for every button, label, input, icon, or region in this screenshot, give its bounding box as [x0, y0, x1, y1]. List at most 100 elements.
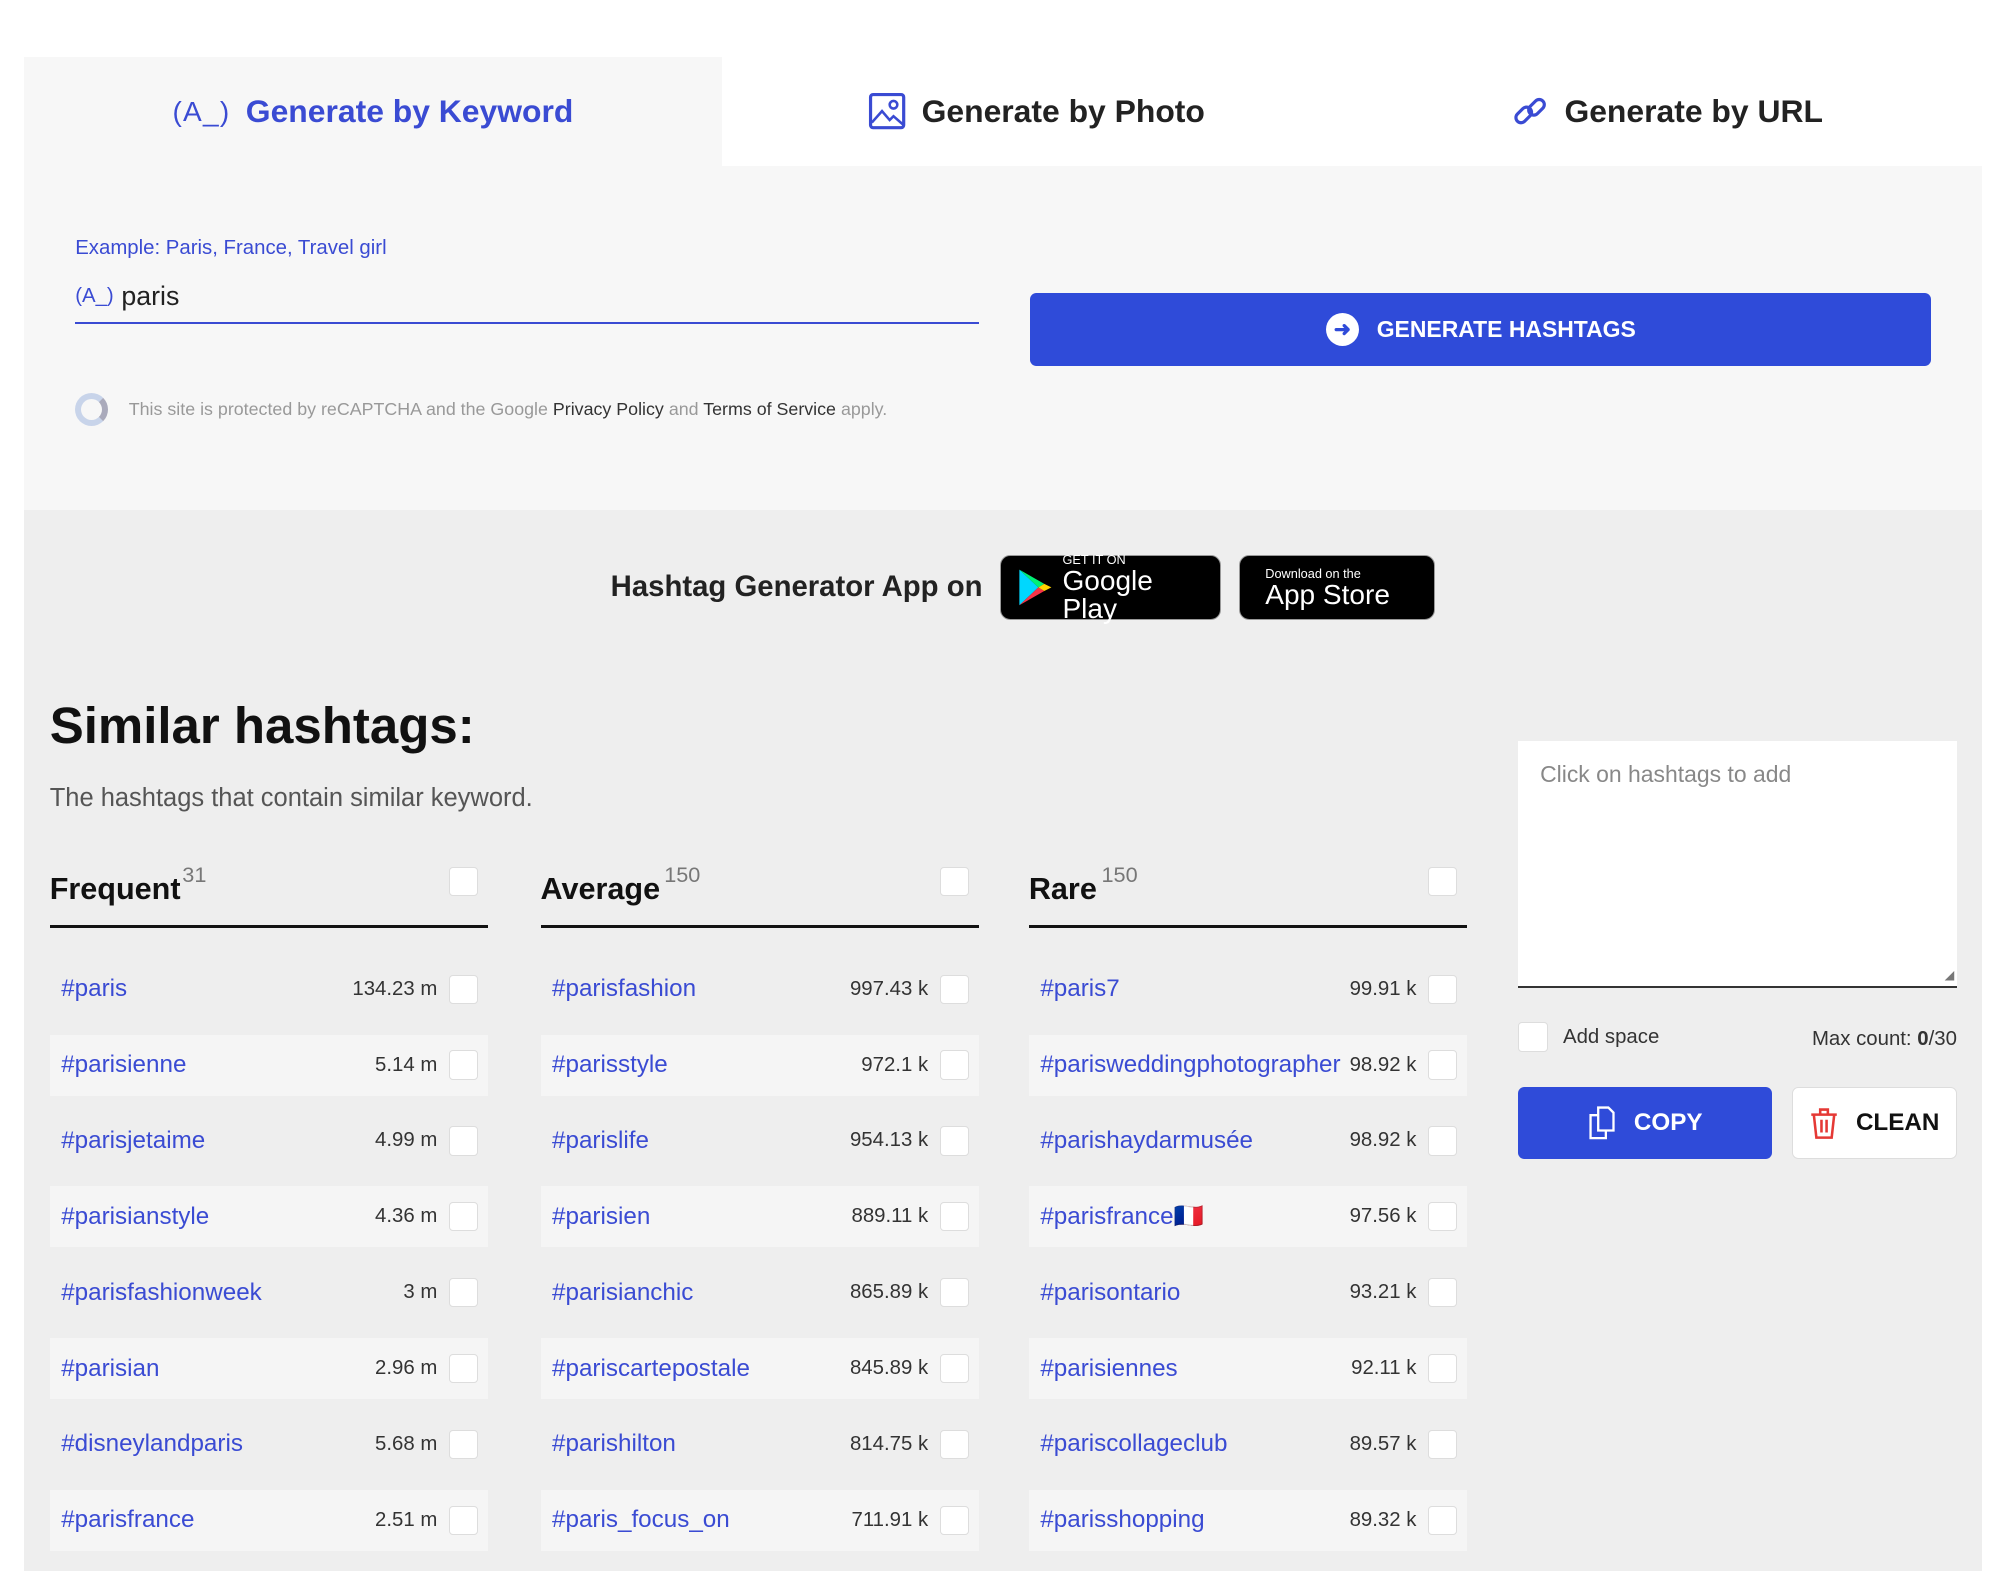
hashtag-link[interactable]: #parisian: [61, 1355, 375, 1383]
hashtag-checkbox[interactable]: [939, 1429, 969, 1460]
hashtag-row[interactable]: #pariscartepostale 845.89 k: [540, 1337, 980, 1400]
terms-link[interactable]: Terms of Service: [703, 399, 836, 419]
keyword-input[interactable]: (A_) paris: [75, 270, 980, 324]
tab-generate-by-photo[interactable]: Generate by Photo: [722, 57, 1352, 165]
hashtag-row[interactable]: #parisiennes 92.11 k: [1028, 1337, 1468, 1400]
resize-handle-icon[interactable]: ◢: [1945, 967, 1955, 983]
hashtag-link[interactable]: #parisianchic: [552, 1279, 850, 1307]
hashtag-row[interactable]: #parishaydarmusée 98.92 k: [1029, 1110, 1468, 1171]
hashtag-link[interactable]: #parishilton: [552, 1430, 850, 1458]
generate-hashtags-button[interactable]: ➜ GENERATE HASHTAGS: [1030, 293, 1932, 366]
hashtag-link[interactable]: #parisfashionweek: [61, 1279, 403, 1307]
hashtag-row[interactable]: #parisontario 93.21 k: [1029, 1262, 1468, 1323]
hashtag-link[interactable]: #paris7: [1040, 975, 1349, 1003]
tab-generate-by-url[interactable]: Generate by URL: [1351, 57, 1982, 165]
hashtag-link[interactable]: #parisfrance: [61, 1506, 375, 1534]
selected-hashtags-textarea[interactable]: Click on hashtags to add ◢: [1518, 740, 1957, 989]
hashtag-checkbox[interactable]: [448, 974, 479, 1004]
hashtag-row[interactable]: #parishilton 814.75 k: [541, 1414, 980, 1475]
hashtag-row[interactable]: #parisshopping 89.32 k: [1028, 1489, 1468, 1551]
hashtag-checkbox[interactable]: [939, 974, 969, 1004]
hashtag-link[interactable]: #paris: [61, 975, 352, 1003]
hashtag-checkbox[interactable]: [1427, 1202, 1458, 1232]
column-count: 150: [1101, 861, 1138, 887]
hashtag-checkbox[interactable]: [1427, 1126, 1458, 1156]
hashtag-row[interactable]: #paris 134.23 m: [50, 959, 489, 1020]
hashtag-row[interactable]: #parisfashionweek 3 m: [50, 1262, 489, 1323]
hashtag-row[interactable]: #parisienne 5.14 m: [49, 1034, 489, 1096]
hashtag-row[interactable]: #parisfrance 2.51 m: [49, 1489, 489, 1551]
column-header: Average 150: [540, 841, 980, 929]
hashtag-checkbox[interactable]: [448, 1353, 479, 1384]
hashtag-row[interactable]: #parisianchic 865.89 k: [541, 1262, 980, 1323]
hashtag-count: 99.91 k: [1349, 977, 1417, 1000]
hashtag-checkbox[interactable]: [939, 1278, 969, 1308]
hashtag-link[interactable]: #parisshopping: [1040, 1506, 1349, 1534]
app-store-badge[interactable]: Download on the App Store: [1238, 554, 1436, 620]
add-space-option[interactable]: Add space: [1518, 1022, 1659, 1052]
hashtag-link[interactable]: #pariscartepostale: [552, 1355, 850, 1383]
hashtag-count: 972.1 k: [861, 1053, 929, 1076]
hashtag-checkbox[interactable]: [1427, 974, 1458, 1004]
hashtag-row[interactable]: #parisianstyle 4.36 m: [49, 1186, 489, 1248]
hashtag-link[interactable]: #parisjetaime: [61, 1127, 375, 1155]
hashtag-link[interactable]: #parisfashion: [552, 975, 850, 1003]
keyword-input-value[interactable]: paris: [121, 281, 179, 312]
hashtag-checkbox[interactable]: [939, 1202, 969, 1232]
copy-button[interactable]: COPY: [1518, 1087, 1773, 1159]
hashtag-link[interactable]: #parisfrance🇫🇷: [1040, 1202, 1349, 1231]
hashtag-checkbox[interactable]: [448, 1202, 479, 1232]
hashtag-count: 865.89 k: [849, 1281, 929, 1304]
hashtag-link[interactable]: #parisontario: [1040, 1279, 1349, 1307]
hashtag-link[interactable]: #parisstyle: [552, 1051, 861, 1079]
tab-generate-by-keyword[interactable]: (A_) Generate by Keyword: [24, 57, 722, 166]
hashtag-row[interactable]: #parislife 954.13 k: [541, 1110, 980, 1171]
clean-button[interactable]: CLEAN: [1792, 1087, 1957, 1159]
hashtag-column-average: Average 150 #parisfashion 997.43 k #parissty…: [540, 841, 980, 1551]
select-all-checkbox[interactable]: [448, 866, 479, 897]
hashtag-row[interactable]: #pariscollageclub 89.57 k: [1029, 1414, 1468, 1475]
hashtag-checkbox[interactable]: [1427, 1429, 1458, 1460]
hashtag-row[interactable]: #paris_focus_on 711.91 k: [540, 1489, 980, 1551]
hashtag-checkbox[interactable]: [1427, 1353, 1458, 1384]
hashtag-link[interactable]: #parisianstyle: [61, 1203, 375, 1231]
hashtag-link[interactable]: #parisien: [552, 1203, 851, 1231]
hashtag-link[interactable]: #pariscollageclub: [1040, 1430, 1349, 1458]
hashtag-link[interactable]: #parisweddingphotographer: [1040, 1051, 1349, 1079]
hashtag-checkbox[interactable]: [448, 1050, 479, 1080]
google-play-icon: [1019, 569, 1052, 605]
select-all-checkbox[interactable]: [1427, 866, 1458, 897]
hashtag-checkbox[interactable]: [1427, 1505, 1458, 1535]
hashtag-row[interactable]: #parisstyle 972.1 k: [540, 1034, 980, 1096]
hashtag-row[interactable]: #parisweddingphotographer 98.92 k: [1028, 1034, 1468, 1096]
add-space-checkbox[interactable]: [1518, 1022, 1548, 1052]
hashtag-link[interactable]: #parisiennes: [1040, 1355, 1351, 1383]
hashtag-link[interactable]: #paris_focus_on: [552, 1506, 851, 1534]
hashtag-row[interactable]: #paris7 99.91 k: [1029, 959, 1468, 1020]
hashtag-row[interactable]: #disneylandparis 5.68 m: [50, 1414, 489, 1475]
max-count-total: /30: [1928, 1027, 1957, 1050]
hashtag-row[interactable]: #parisjetaime 4.99 m: [50, 1110, 489, 1171]
hashtag-row[interactable]: #parisian 2.96 m: [49, 1337, 489, 1400]
hashtag-link[interactable]: #disneylandparis: [61, 1430, 375, 1458]
recaptcha-text: apply.: [840, 398, 888, 419]
hashtag-link[interactable]: #parishaydarmusée: [1040, 1127, 1349, 1155]
hashtag-checkbox[interactable]: [939, 1050, 969, 1080]
hashtag-checkbox[interactable]: [939, 1126, 969, 1156]
hashtag-checkbox[interactable]: [448, 1278, 479, 1308]
google-play-badge[interactable]: GET IT ON Google Play: [1000, 552, 1221, 622]
hashtag-link[interactable]: #parislife: [552, 1127, 850, 1155]
hashtag-checkbox[interactable]: [448, 1505, 479, 1535]
hashtag-checkbox[interactable]: [1427, 1050, 1458, 1080]
hashtag-row[interactable]: #parisfashion 997.43 k: [541, 959, 980, 1020]
hashtag-checkbox[interactable]: [448, 1429, 479, 1460]
hashtag-row[interactable]: #parisfrance🇫🇷 97.56 k: [1028, 1186, 1468, 1248]
hashtag-row[interactable]: #parisien 889.11 k: [540, 1186, 980, 1248]
privacy-policy-link[interactable]: Privacy Policy: [553, 399, 664, 419]
hashtag-checkbox[interactable]: [448, 1126, 479, 1156]
hashtag-link[interactable]: #parisienne: [61, 1051, 375, 1079]
select-all-checkbox[interactable]: [939, 866, 969, 897]
hashtag-checkbox[interactable]: [939, 1505, 969, 1535]
hashtag-checkbox[interactable]: [1427, 1278, 1458, 1308]
hashtag-checkbox[interactable]: [939, 1353, 969, 1384]
